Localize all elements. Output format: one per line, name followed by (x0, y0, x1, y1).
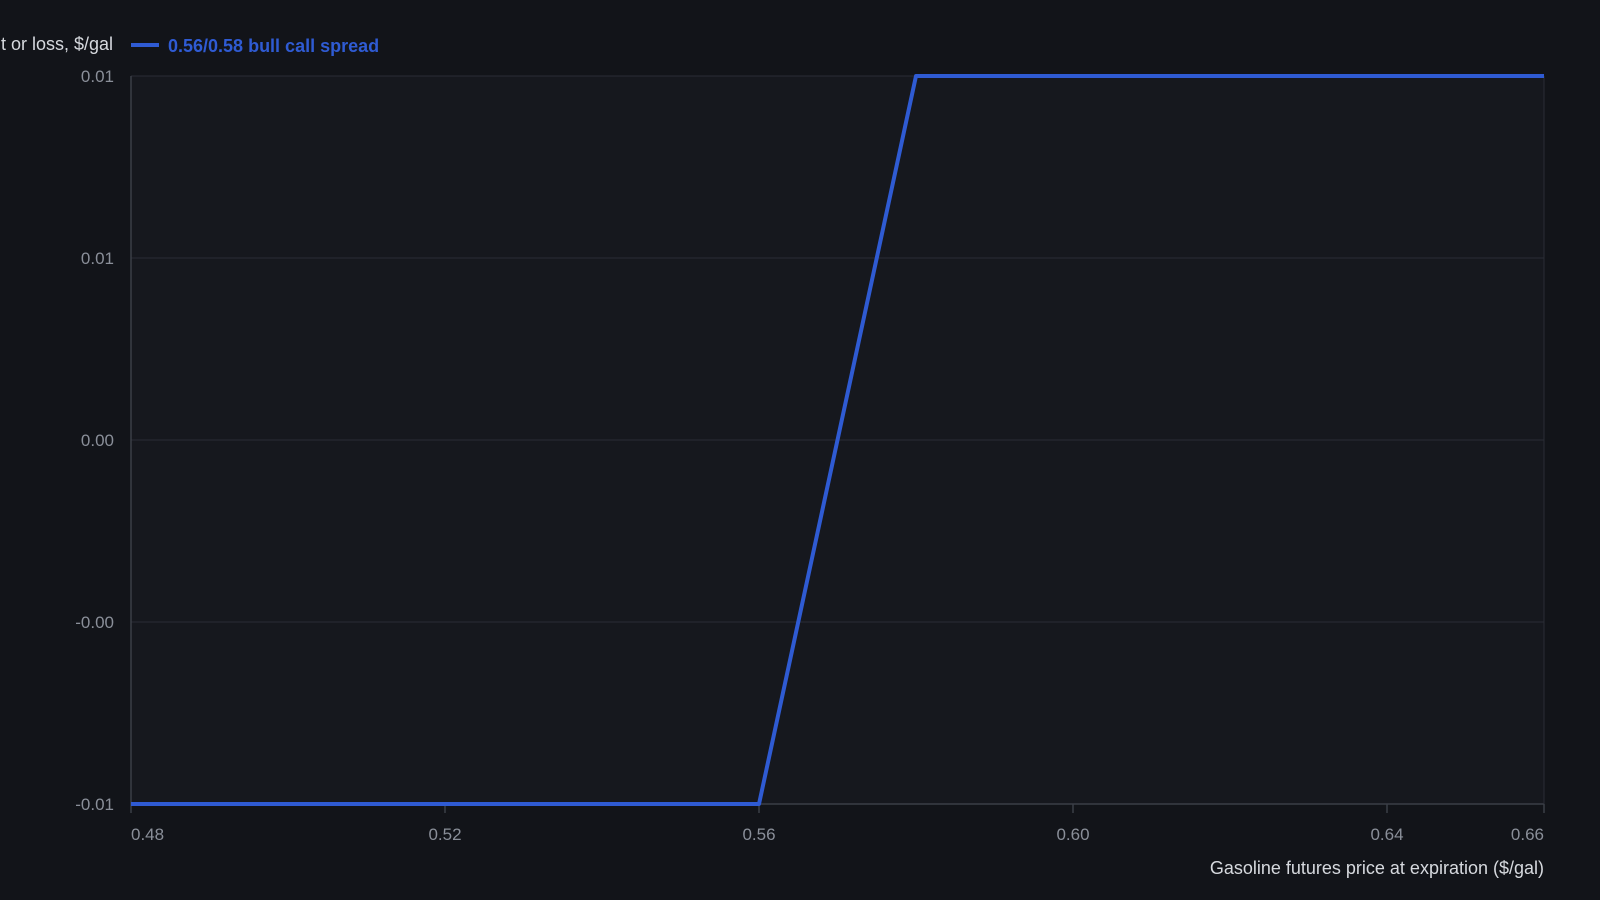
legend-label: 0.56/0.58 bull call spread (168, 36, 379, 56)
y-tick-label: -0.01 (75, 795, 114, 814)
payoff-chart: -0.01-0.000.000.010.01 0.48 0.52 0.56 0.60 0… (0, 34, 1545, 878)
x-tick-label: 0.48 (131, 825, 164, 844)
y-tick-label: -0.00 (75, 613, 114, 632)
y-axis-title: Profit or loss, $/gal (0, 34, 113, 54)
y-axis-ticks: -0.01 -0.00 0.00 0.01 0.01 (75, 67, 114, 814)
y-tick-label: 0.01 (81, 249, 114, 268)
x-axis-title: Gasoline futures price at expiration ($/… (1210, 858, 1544, 878)
legend[interactable]: 0.56/0.58 bull call spread (131, 36, 379, 56)
x-axis-ticks: 0.48 0.52 0.56 0.60 0.64 0.66 (130, 804, 1545, 844)
x-tick-label: 0.60 (1056, 825, 1089, 844)
y-tick-label: 0.00 (81, 431, 114, 450)
x-tick-label: 0.66 (1511, 825, 1544, 844)
x-tick-label: 0.56 (742, 825, 775, 844)
y-tick-label: 0.01 (81, 67, 114, 86)
x-tick-label: 0.52 (428, 825, 461, 844)
x-tick-label: 0.64 (1370, 825, 1403, 844)
